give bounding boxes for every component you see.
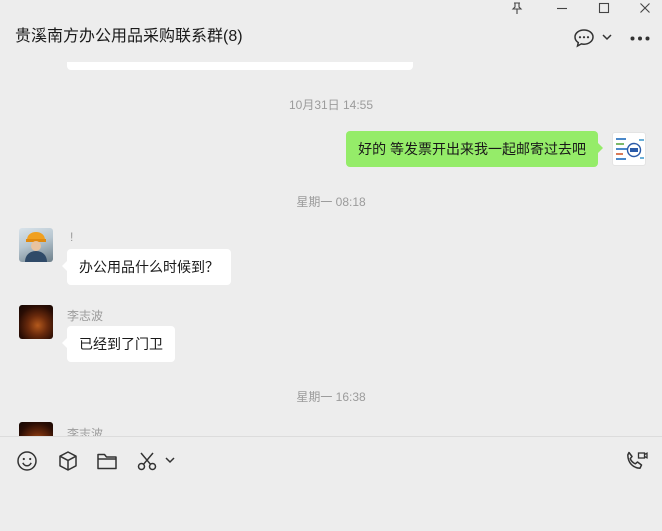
- message-bubble-partial: [67, 62, 413, 70]
- message-list[interactable]: 10月31日 14:55 好的 等发票开出来我一起邮寄过去吧 星期一 08:18…: [0, 62, 662, 436]
- chat-title: 贵溪南方办公用品采购联系群(8): [15, 28, 243, 45]
- timestamp: 星期一 16:38: [296, 390, 366, 404]
- avatar[interactable]: [19, 305, 53, 339]
- timestamp: 星期一 08:18: [296, 195, 366, 209]
- avatar[interactable]: [612, 132, 646, 166]
- message-bubble-outgoing[interactable]: 好的 等发票开出来我一起邮寄过去吧: [346, 131, 603, 167]
- sender-name: !: [70, 230, 74, 244]
- timestamp: 10月31日 14:55: [288, 98, 374, 112]
- chevron-down-icon[interactable]: [602, 34, 612, 41]
- pin-icon[interactable]: [497, 0, 537, 16]
- chevron-down-icon[interactable]: [165, 457, 175, 464]
- avatar[interactable]: [19, 422, 53, 436]
- close-icon[interactable]: [625, 0, 662, 16]
- input-toolbar: [0, 437, 662, 485]
- sender-name: 李志波: [67, 427, 104, 436]
- call-icon[interactable]: [624, 450, 648, 472]
- maximize-icon[interactable]: [584, 0, 624, 16]
- message-bubble-incoming[interactable]: 已经到了门卫: [62, 326, 175, 362]
- message-bubble-incoming[interactable]: 办公用品什么时候到？: [62, 249, 231, 285]
- more-icon[interactable]: [630, 36, 650, 41]
- sender-name: 李志波: [67, 309, 104, 323]
- message-input[interactable]: [0, 485, 662, 531]
- folder-icon[interactable]: [96, 450, 118, 472]
- minimize-icon[interactable]: [542, 0, 582, 16]
- scissors-icon[interactable]: [136, 450, 158, 472]
- avatar[interactable]: [19, 228, 53, 262]
- title-bar: 贵溪南方办公用品采购联系群(8): [0, 0, 662, 62]
- chat-bubble-icon[interactable]: [573, 28, 595, 48]
- box-icon[interactable]: [57, 450, 79, 472]
- emoji-icon[interactable]: [16, 450, 38, 472]
